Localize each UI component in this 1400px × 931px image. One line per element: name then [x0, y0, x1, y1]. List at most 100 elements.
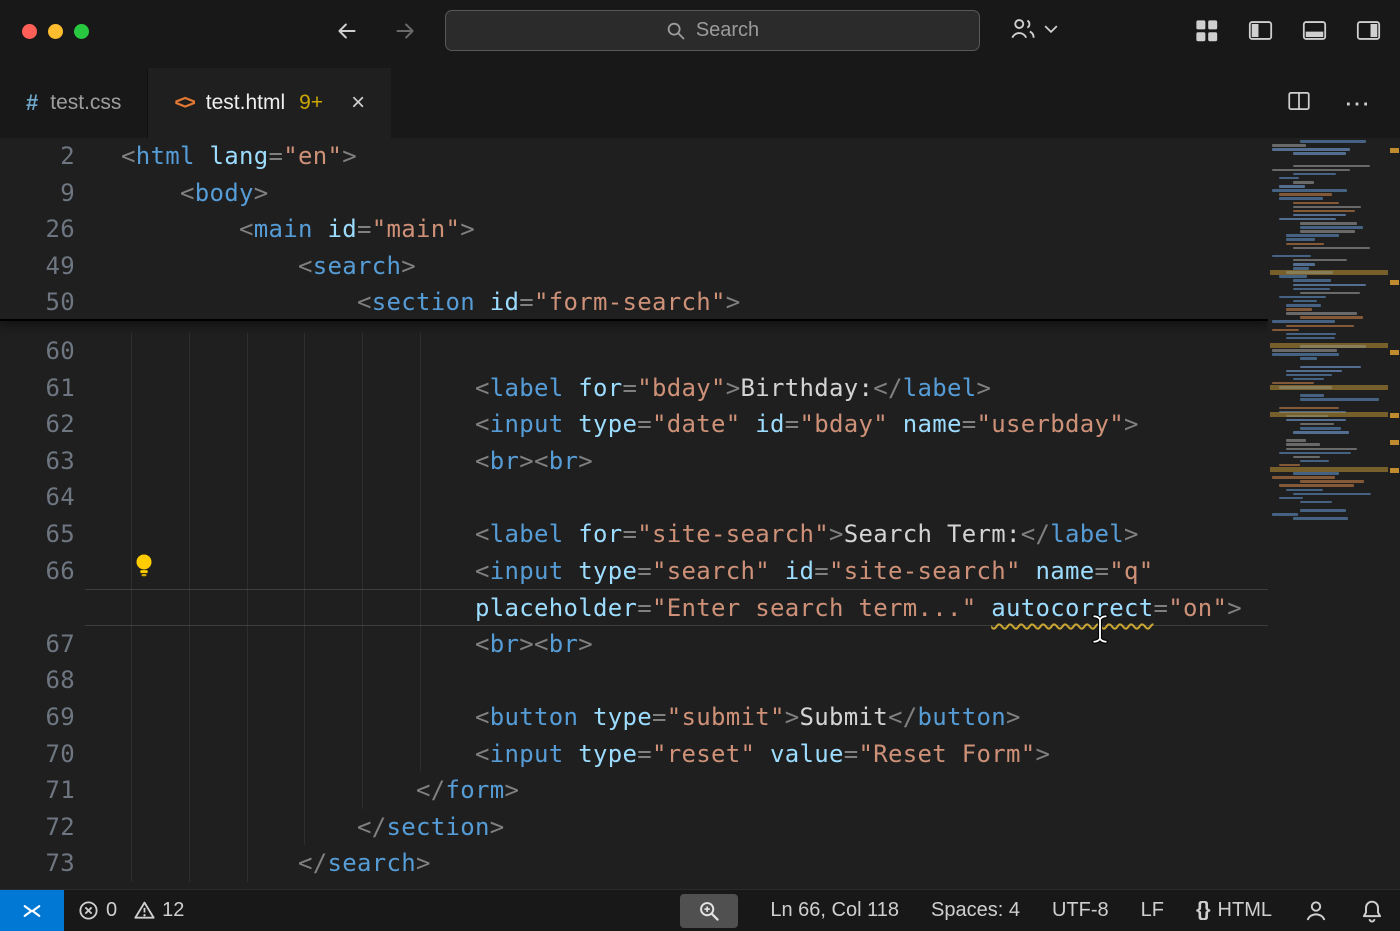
line-number[interactable]: 66: [0, 553, 85, 590]
close-window-button[interactable]: [22, 24, 37, 39]
code-line[interactable]: 66 <input type="search" id="site-search"…: [0, 553, 1268, 590]
code-line[interactable]: 61 <label for="bday">Birthday:</label>: [0, 370, 1268, 407]
minimap-line: [1286, 304, 1321, 307]
code-text: </search>: [85, 845, 1268, 882]
line-number[interactable]: 61: [0, 370, 85, 407]
minimap-line: [1300, 357, 1317, 360]
back-button[interactable]: [330, 14, 364, 48]
line-number[interactable]: 63: [0, 443, 85, 480]
cursor-position-status[interactable]: Ln 66, Col 118: [770, 899, 899, 922]
minimap-line: [1286, 312, 1357, 315]
notifications-button[interactable]: [1360, 899, 1384, 923]
code-line[interactable]: 65 <label for="site-search">Search Term:…: [0, 516, 1268, 553]
eol-status[interactable]: LF: [1141, 899, 1164, 922]
line-number[interactable]: 2: [0, 138, 85, 175]
minimap-line: [1293, 431, 1349, 434]
language-label: HTML: [1218, 899, 1272, 922]
code-line[interactable]: 60: [0, 333, 1268, 370]
lightbulb-icon[interactable]: [134, 553, 154, 590]
line-number[interactable]: 50: [0, 284, 85, 321]
minimize-window-button[interactable]: [48, 24, 63, 39]
line-number[interactable]: 69: [0, 699, 85, 736]
zoom-indicator[interactable]: [680, 894, 738, 928]
sticky-line[interactable]: 2<html lang="en">: [0, 138, 1268, 175]
code-line[interactable]: 71 </form>: [0, 772, 1268, 809]
code-line[interactable]: 72 </section>: [0, 809, 1268, 846]
line-number[interactable]: [0, 589, 85, 626]
code-line[interactable]: 64: [0, 479, 1268, 516]
code-pane[interactable]: 2<html lang="en">9 <body>26 <main id="ma…: [0, 138, 1268, 889]
minimap[interactable]: [1268, 138, 1400, 889]
panel-right-icon: [1355, 17, 1382, 44]
toggle-secondary-sidebar-button[interactable]: [1355, 17, 1382, 44]
search-icon: [666, 21, 686, 41]
tab-test-html[interactable]: <> test.html 9+ ×: [148, 68, 391, 138]
line-number[interactable]: 65: [0, 516, 85, 553]
minimap-line: [1300, 316, 1363, 319]
problems-status[interactable]: 0 12: [78, 899, 194, 922]
sticky-line[interactable]: 26 <main id="main">: [0, 211, 1268, 248]
minimap-line: [1286, 308, 1312, 311]
minimap-line: [1300, 230, 1355, 233]
code-line[interactable]: 67 <br><br>: [0, 626, 1268, 663]
remote-indicator[interactable]: [0, 890, 64, 931]
language-mode-status[interactable]: {} HTML: [1196, 899, 1272, 922]
code-line[interactable]: 70 <input type="reset" value="Reset Form…: [0, 736, 1268, 773]
line-number[interactable]: 9: [0, 175, 85, 212]
layout-controls: [1193, 17, 1382, 44]
toggle-panel-button[interactable]: [1301, 17, 1328, 44]
css-file-icon: #: [26, 90, 38, 116]
indentation-status[interactable]: Spaces: 4: [931, 899, 1020, 922]
more-actions-button[interactable]: ⋯: [1344, 88, 1372, 119]
encoding-status[interactable]: UTF-8: [1052, 899, 1109, 922]
code-line[interactable]: 63 <br><br>: [0, 443, 1268, 480]
minimap-line: [1293, 300, 1317, 303]
line-number[interactable]: 67: [0, 626, 85, 663]
maximize-window-button[interactable]: [74, 24, 89, 39]
minimap-line: [1293, 279, 1331, 282]
minimap-line: [1286, 333, 1336, 336]
line-number[interactable]: 60: [0, 333, 85, 370]
minimap-highlight: [1270, 385, 1388, 390]
minimap-line: [1286, 448, 1357, 451]
code-line[interactable]: 69 <button type="submit">Submit</button>: [0, 699, 1268, 736]
line-number[interactable]: 49: [0, 248, 85, 285]
code-text: <input type="reset" value="Reset Form">: [85, 736, 1268, 773]
code-line[interactable]: 68: [0, 662, 1268, 699]
code-text: <input type="search" id="site-search" na…: [85, 553, 1268, 590]
code-line[interactable]: placeholder="Enter search term..." autoc…: [0, 589, 1268, 626]
close-tab-button[interactable]: ×: [351, 91, 365, 115]
minimap-line: [1300, 292, 1360, 295]
line-number[interactable]: 26: [0, 211, 85, 248]
line-number[interactable]: 68: [0, 662, 85, 699]
minimap-line: [1293, 472, 1339, 475]
code-text: <input type="date" id="bday" name="userb…: [85, 406, 1268, 443]
sticky-line[interactable]: 50 <section id="form-search">: [0, 284, 1268, 321]
minimap-line: [1272, 255, 1311, 258]
forward-button[interactable]: [388, 14, 422, 48]
account-status-button[interactable]: [1304, 899, 1328, 923]
line-number[interactable]: 64: [0, 479, 85, 516]
overview-ruler-mark: [1390, 280, 1399, 285]
sticky-line[interactable]: 9 <body>: [0, 175, 1268, 212]
line-number[interactable]: 71: [0, 772, 85, 809]
sticky-line[interactable]: 49 <search>: [0, 248, 1268, 285]
line-number[interactable]: 62: [0, 406, 85, 443]
minimap-highlight: [1270, 270, 1388, 275]
customize-layout-button[interactable]: [1193, 17, 1220, 44]
overview-ruler-mark: [1390, 148, 1399, 153]
line-number[interactable]: 70: [0, 736, 85, 773]
line-number[interactable]: 72: [0, 809, 85, 846]
search-command-center[interactable]: Search: [445, 10, 980, 51]
line-number[interactable]: 73: [0, 845, 85, 882]
accounts-button[interactable]: [1008, 14, 1058, 44]
minimap-line: [1279, 497, 1303, 500]
code-body[interactable]: 6061 <label for="bday">Birthday:</label>…: [0, 321, 1268, 887]
toggle-primary-sidebar-button[interactable]: [1247, 17, 1274, 44]
code-line[interactable]: 73 </search>: [0, 845, 1268, 882]
code-line[interactable]: 62 <input type="date" id="bday" name="us…: [0, 406, 1268, 443]
tab-test-css[interactable]: # test.css: [0, 68, 148, 138]
minimap-line: [1300, 394, 1324, 397]
panel-bottom-icon: [1301, 17, 1328, 44]
split-editor-button[interactable]: [1286, 88, 1312, 119]
